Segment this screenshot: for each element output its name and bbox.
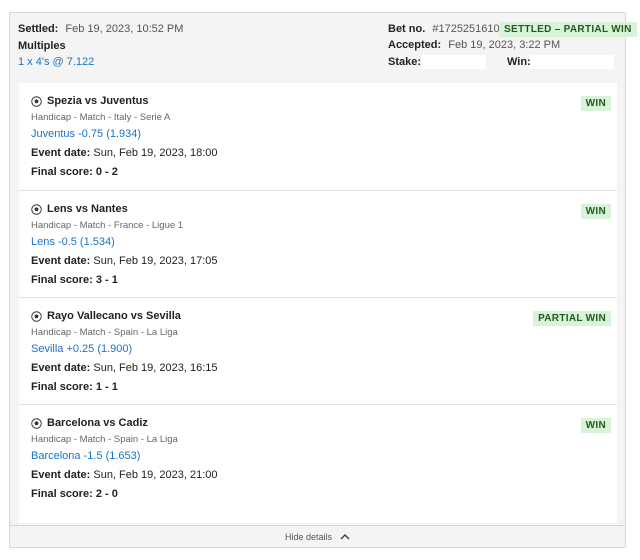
final-score-label: Final score: <box>31 274 93 286</box>
hide-details-label: Hide details <box>284 531 333 542</box>
soccer-ball-icon <box>31 310 42 322</box>
event-date-value: Sun, Feb 19, 2023, 18:00 <box>93 147 218 159</box>
accepted-value: Feb 19, 2023, 3:22 PM <box>448 39 561 51</box>
market-meta: Handicap - Match - Italy - Serie A <box>31 112 171 123</box>
match-name: Lens vs Nantes <box>47 203 128 215</box>
final-score-value: 0 - 2 <box>95 166 118 178</box>
event-date: Event date: Sun, Feb 19, 2023, 16:15 <box>31 362 218 374</box>
selection-title[interactable]: Rayo Vallecano vs Sevilla <box>31 310 181 322</box>
result-badge: WIN <box>580 204 611 219</box>
pick-link[interactable]: Sevilla +0.25 (1.900) <box>31 343 132 355</box>
selections-list: Spezia vs Juventus Handicap - Match - It… <box>19 83 617 523</box>
event-date-label: Event date: <box>31 255 91 267</box>
final-score: Final score: 2 - 0 <box>31 488 118 500</box>
win-label: Win: <box>507 56 531 68</box>
match-name: Rayo Vallecano vs Sevilla <box>47 310 181 322</box>
event-date: Event date: Sun, Feb 19, 2023, 17:05 <box>31 255 218 267</box>
hide-details-toggle[interactable]: Hide details <box>10 525 625 547</box>
selection-item: Lens vs Nantes Handicap - Match - France… <box>19 190 617 297</box>
selection-title[interactable]: Spezia vs Juventus <box>31 95 149 107</box>
soccer-ball-icon <box>31 95 42 107</box>
result-badge: WIN <box>580 96 611 111</box>
bet-no-row: Bet no. #1725251610 <box>388 23 500 35</box>
pick-link[interactable]: Barcelona -1.5 (1.653) <box>31 450 140 462</box>
event-date: Event date: Sun, Feb 19, 2023, 18:00 <box>31 147 218 159</box>
selection-item: Spezia vs Juventus Handicap - Match - It… <box>19 83 617 190</box>
bet-no-value: #1725251610 <box>432 23 500 35</box>
pick-link[interactable]: Juventus -0.75 (1.934) <box>31 128 141 140</box>
event-date-label: Event date: <box>31 469 91 481</box>
market-meta: Handicap - Match - Spain - La Liga <box>31 327 178 338</box>
bet-detail-link[interactable]: 1 x 4's @ 7.122 <box>18 56 94 68</box>
stake-value-hidden <box>422 55 486 69</box>
settled-value: Feb 19, 2023, 10:52 PM <box>65 23 184 35</box>
selection-item: Barcelona vs Cadiz Handicap - Match - Sp… <box>19 404 617 511</box>
soccer-ball-icon <box>31 203 42 215</box>
settled-row: Settled: Feb 19, 2023, 10:52 PM <box>18 23 183 35</box>
result-badge: WIN <box>580 418 611 433</box>
settled-label: Settled: <box>18 23 59 35</box>
bet-header: Settled: Feb 19, 2023, 10:52 PM Multiple… <box>10 13 637 83</box>
accepted-row: Accepted: Feb 19, 2023, 3:22 PM <box>388 39 560 51</box>
match-name: Barcelona vs Cadiz <box>47 417 148 429</box>
final-score-value: 3 - 1 <box>95 274 118 286</box>
bet-card: Settled: Feb 19, 2023, 10:52 PM Multiple… <box>9 12 637 548</box>
bet-no-label: Bet no. <box>388 23 426 35</box>
selection-title[interactable]: Lens vs Nantes <box>31 203 128 215</box>
selection-title[interactable]: Barcelona vs Cadiz <box>31 417 148 429</box>
market-meta: Handicap - Match - Spain - La Liga <box>31 434 178 445</box>
final-score: Final score: 0 - 2 <box>31 166 118 178</box>
result-badge: PARTIAL WIN <box>533 311 611 326</box>
event-date-label: Event date: <box>31 147 91 159</box>
match-name: Spezia vs Juventus <box>47 95 149 107</box>
bet-type: Multiples <box>18 40 66 52</box>
stake-label: Stake: <box>388 56 422 68</box>
final-score-value: 1 - 1 <box>95 381 118 393</box>
event-date-value: Sun, Feb 19, 2023, 16:15 <box>93 362 218 374</box>
event-date: Event date: Sun, Feb 19, 2023, 21:00 <box>31 469 218 481</box>
final-score-label: Final score: <box>31 166 93 178</box>
selection-item: Rayo Vallecano vs Sevilla Handicap - Mat… <box>19 297 617 404</box>
pick-link[interactable]: Lens -0.5 (1.534) <box>31 236 115 248</box>
chevron-up-icon <box>340 533 350 540</box>
final-score: Final score: 3 - 1 <box>31 274 118 286</box>
event-date-value: Sun, Feb 19, 2023, 21:00 <box>93 469 218 481</box>
event-date-label: Event date: <box>31 362 91 374</box>
accepted-label: Accepted: <box>388 39 442 51</box>
market-meta: Handicap - Match - France - Ligue 1 <box>31 220 184 231</box>
final-score-value: 2 - 0 <box>95 488 118 500</box>
win-value-hidden <box>530 55 614 69</box>
event-date-value: Sun, Feb 19, 2023, 17:05 <box>93 255 218 267</box>
final-score-label: Final score: <box>31 488 93 500</box>
status-badge: SETTLED – PARTIAL WIN <box>499 22 637 37</box>
final-score: Final score: 1 - 1 <box>31 381 118 393</box>
soccer-ball-icon <box>31 417 42 429</box>
final-score-label: Final score: <box>31 381 93 393</box>
